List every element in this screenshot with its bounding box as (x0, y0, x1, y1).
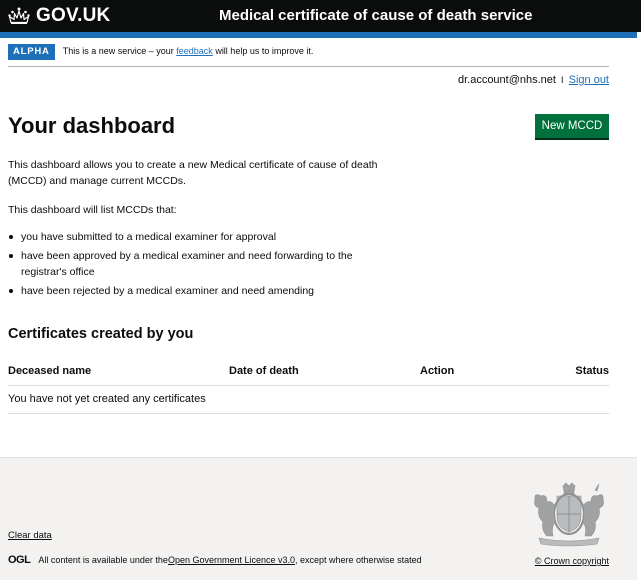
list-item: you have submitted to a medical examiner… (8, 229, 388, 245)
table-header-row: Deceased name Date of death Action Statu… (8, 362, 609, 386)
column-header-date-of-death: Date of death (229, 365, 299, 377)
licence-text-before: All content is available under the (38, 555, 168, 565)
licence-text: OGL All content is available under the O… (8, 554, 422, 566)
feedback-link[interactable]: feedback (176, 46, 213, 56)
service-name[interactable]: Medical certificate of cause of death se… (219, 7, 532, 24)
header-underline (0, 32, 637, 38)
list-item: have been rejected by a medical examiner… (8, 283, 388, 299)
sign-out-link[interactable]: Sign out (569, 74, 609, 86)
clear-data-link[interactable]: Clear data (8, 530, 52, 541)
intro-paragraph: This dashboard allows you to create a ne… (8, 159, 378, 187)
crown-icon (8, 7, 30, 24)
govuk-logo-text: GOV.UK (36, 5, 111, 26)
list-intro: This dashboard will list MCCDs that: (8, 204, 177, 216)
royal-coat-of-arms-icon (534, 482, 604, 547)
phase-text-before: This is a new service – your (62, 46, 177, 56)
account-email: dr.account@nhs.net (457, 74, 556, 86)
open-government-licence-link[interactable]: Open Government Licence v3.0 (168, 555, 295, 565)
column-header-status: Status (575, 365, 609, 377)
page-title: Your dashboard (8, 113, 176, 138)
govuk-footer: Clear data OGL All content is available … (0, 457, 637, 580)
new-mccd-button[interactable]: New MCCD (535, 114, 609, 138)
ogl-logo-icon: OGL (8, 554, 31, 566)
phase-tag: ALPHA (8, 44, 55, 60)
phase-text-after: will help us to improve it. (212, 46, 314, 56)
column-header-action: Action (420, 365, 455, 377)
govuk-logo-link[interactable]: GOV.UK (8, 5, 110, 27)
account-bar: dr.account@nhs.net I Sign out (458, 74, 609, 86)
section-title: Certificates created by you (8, 326, 194, 342)
phase-banner-text: This is a new service – your feedback wi… (63, 44, 314, 59)
account-separator: I (561, 75, 564, 85)
certificates-table: Deceased name Date of death Action Statu… (8, 362, 609, 414)
govuk-header: GOV.UK Medical certificate of cause of d… (0, 0, 641, 32)
list-item: have been approved by a medical examiner… (8, 248, 388, 280)
crown-copyright-link[interactable]: © Crown copyright (535, 556, 609, 566)
empty-table-message: You have not yet created any certificate… (8, 393, 206, 405)
phase-banner: ALPHA This is a new service – your feedb… (8, 44, 609, 67)
table-row: You have not yet created any certificate… (8, 386, 609, 414)
mccd-criteria-list: you have submitted to a medical examiner… (8, 229, 388, 302)
licence-text-after: , except where otherwise stated (295, 555, 422, 565)
column-header-deceased-name: Deceased name (8, 365, 92, 377)
